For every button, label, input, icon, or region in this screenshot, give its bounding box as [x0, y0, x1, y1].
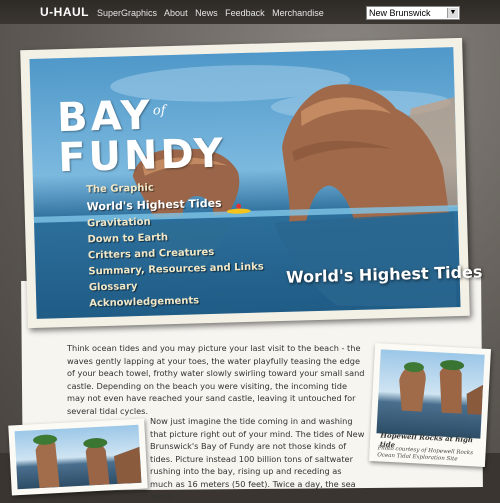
menu-item-gravitation[interactable]: Gravitation — [87, 214, 263, 230]
nav-news[interactable]: News — [195, 8, 218, 18]
hopewell-photo: Hopewell Rocks at high tide Photo courte… — [368, 343, 492, 467]
uhaul-logo[interactable]: U-HAUL — [40, 5, 89, 19]
nav-merchandise[interactable]: Merchandise — [272, 8, 324, 18]
menu-item-down-to-earth[interactable]: Down to Earth — [87, 230, 263, 245]
region-select-value: New Brunswick — [369, 8, 431, 18]
intro-paragraph: Think ocean tides and you may picture yo… — [67, 343, 365, 416]
chevron-down-icon: ▼ — [447, 8, 458, 18]
rocks-left-image — [33, 434, 142, 489]
top-bar: U-HAUL SuperGraphics About News Feedback… — [0, 0, 500, 24]
menu-item-critters[interactable]: Critters and Creatures — [88, 246, 264, 262]
rocks-photo-left — [8, 418, 148, 496]
hopewell-photo-image — [376, 349, 485, 439]
postcard: BAY FUNDY of The Graphic World's Highest… — [20, 37, 470, 329]
top-nav: SuperGraphics About News Feedback Mercha… — [97, 8, 329, 18]
bay-of-fundy-title: BAY FUNDY — [56, 93, 227, 182]
menu-item-summary[interactable]: Summary, Resources and Links — [88, 262, 264, 278]
second-paragraph: Now just imagine the tide coming in and … — [150, 416, 365, 501]
menu-item-worlds-highest-tides[interactable]: World's Highest Tides — [86, 196, 262, 214]
section-menu: The Graphic World's Highest Tides Gravit… — [86, 180, 265, 315]
title-of: of — [152, 103, 166, 119]
region-select[interactable]: New Brunswick ▼ — [366, 6, 460, 20]
menu-item-glossary[interactable]: Glossary — [89, 278, 265, 293]
nav-about[interactable]: About — [164, 8, 188, 18]
nav-feedback[interactable]: Feedback — [225, 8, 265, 18]
title-line-2: FUNDY — [57, 130, 227, 182]
hopewell-rocks-image — [399, 360, 484, 415]
sand-background: BAY FUNDY of The Graphic World's Highest… — [0, 24, 500, 501]
rocks-photo-left-image — [14, 424, 142, 490]
nav-supergraphics[interactable]: SuperGraphics — [97, 8, 157, 18]
menu-item-acknowledgements[interactable]: Acknowledgements — [89, 293, 265, 309]
